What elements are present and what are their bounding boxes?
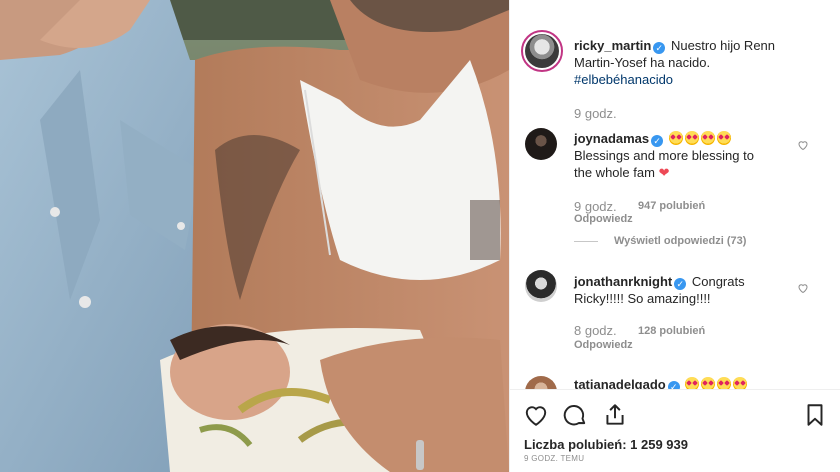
verified-icon: ✓ xyxy=(674,278,687,290)
comments-scroll-area[interactable]: ricky_martin ✓ Nuestro hijo Renn Martin-Y… xyxy=(510,0,840,389)
comment-jonathanrknight: jonathanrknight ✓ Congrats Ricky!!!!! So … xyxy=(574,273,792,307)
verified-icon: ✓ xyxy=(653,42,666,54)
comments-panel: ricky_martin ✓ Nuestro hijo Renn Martin-Y… xyxy=(509,0,840,472)
comment-avatar-jonathanrknight[interactable] xyxy=(525,270,557,302)
heart-eyes-emoji xyxy=(717,377,732,389)
share-icon[interactable] xyxy=(602,402,628,428)
comment-text-line2: Ricky!!!!! So amazing!!!! xyxy=(574,291,711,306)
verified-icon: ✓ xyxy=(667,381,680,389)
caption-text: Nuestro hijo Renn xyxy=(670,38,776,53)
comment-text: Blessings and more blessing to xyxy=(574,148,754,163)
post-caption: ricky_martin ✓ Nuestro hijo Renn Martin-Y… xyxy=(574,37,832,88)
post-likes-count[interactable]: Liczba polubień: 1 259 939 xyxy=(524,437,688,452)
caption-time[interactable]: 9 godz. xyxy=(574,106,617,121)
verified-icon: ✓ xyxy=(651,135,664,147)
comment-text-line2: the whole fam xyxy=(574,165,655,180)
heart-eyes-emoji xyxy=(716,131,731,145)
red-heart-emoji: ❤ xyxy=(658,165,670,180)
comment-likes[interactable]: 128 polubień xyxy=(638,325,705,337)
reply-button[interactable]: Odpowiedz xyxy=(574,339,633,351)
heart-eyes-emoji xyxy=(733,377,748,389)
comment-avatar-tatianadelgado[interactable] xyxy=(525,376,557,389)
author-username[interactable]: ricky_martin xyxy=(574,38,651,53)
post-timestamp[interactable]: 9 godz. temu xyxy=(524,454,584,463)
comment-avatar-joynadamas[interactable] xyxy=(525,128,557,160)
heart-eyes-emoji xyxy=(700,131,715,145)
reply-button[interactable]: Odpowiedz xyxy=(574,213,633,225)
author-avatar[interactable] xyxy=(521,30,563,72)
comment-likes[interactable]: 947 polubień xyxy=(638,200,705,212)
comment-tatianadelgado: tatianadelgado ✓ xyxy=(574,376,792,389)
comment-username[interactable]: jonathanrknight xyxy=(574,274,672,289)
caption-hashtag[interactable]: #elbebéhanacido xyxy=(574,72,673,87)
post-photo-illustration xyxy=(0,0,509,472)
bookmark-icon[interactable] xyxy=(802,402,828,428)
like-icon[interactable] xyxy=(523,402,549,428)
comment-icon[interactable] xyxy=(562,402,588,428)
post-action-bar: Liczba polubień: 1 259 939 9 godz. temu xyxy=(510,389,840,472)
comment-time[interactable]: 9 godz. xyxy=(574,199,617,214)
post-photo[interactable] xyxy=(0,0,509,472)
view-replies-button[interactable]: Wyświetl odpowiedzi (73) xyxy=(614,235,746,247)
comment-joynadamas: joynadamas ✓ Blessings and more blessing … xyxy=(574,130,792,181)
replies-divider xyxy=(574,241,598,242)
caption-text-line2: Martin-Yosef ha nacido. xyxy=(574,55,711,70)
comment-like-icon[interactable] xyxy=(797,282,809,294)
heart-eyes-emoji xyxy=(685,377,700,389)
heart-eyes-emoji xyxy=(668,131,683,145)
heart-eyes-emoji xyxy=(701,377,716,389)
comment-time[interactable]: 8 godz. xyxy=(574,323,617,338)
comment-username[interactable]: tatianadelgado xyxy=(574,377,666,389)
comment-like-icon[interactable] xyxy=(797,139,809,151)
heart-eyes-emoji xyxy=(684,131,699,145)
comment-text: Congrats xyxy=(691,274,745,289)
comment-username[interactable]: joynadamas xyxy=(574,131,649,146)
